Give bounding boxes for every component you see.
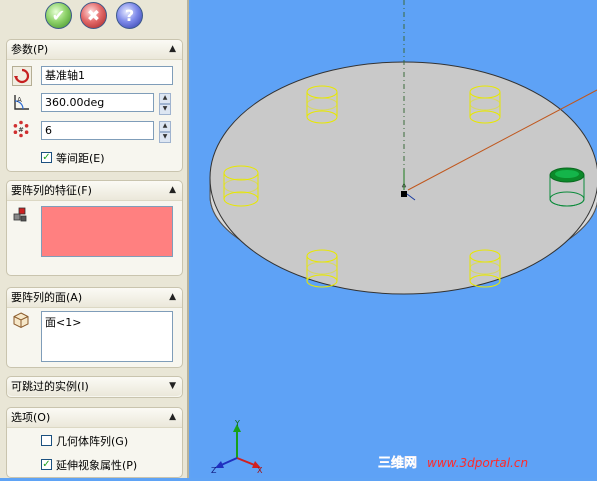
features-list[interactable] <box>41 206 173 257</box>
features-group: 要阵列的特征(F) ▲ <box>6 180 183 276</box>
features-title: 要阵列的特征(F) <box>11 184 92 197</box>
collapse-icon[interactable]: ▲ <box>169 408 176 427</box>
options-title: 选项(O) <box>11 411 51 424</box>
angle-field[interactable]: 360.00deg <box>41 93 154 112</box>
faces-list[interactable]: 面<1> <box>41 311 173 362</box>
instances-field[interactable]: 6 <box>41 121 154 140</box>
close-icon: ✖ <box>86 6 101 25</box>
geometry-pattern-checkbox[interactable] <box>41 435 52 446</box>
help-button[interactable]: ? <box>116 2 143 29</box>
checkmark-icon: ✓ <box>42 152 51 163</box>
parameters-header[interactable]: 参数(P) ▲ <box>7 40 182 60</box>
equal-spacing-checkbox[interactable]: ✓ <box>41 152 52 163</box>
view-triad-icon <box>215 424 261 468</box>
property-manager-panel: ✔ ✖ ? 参数(P) ▲ 基准轴1 A 360.00deg ▲ ▼ # 6 ▲ ▼… <box>0 0 189 478</box>
help-icon: ? <box>124 6 135 25</box>
angle-icon: A <box>11 92 31 112</box>
instances-icon: # <box>11 119 31 139</box>
origin-marker <box>401 191 407 197</box>
svg-text:#: # <box>18 126 24 134</box>
instances-spinner[interactable]: ▲ ▼ <box>159 121 171 143</box>
feature-select-icon <box>11 205 31 225</box>
watermark-url: www.3dportal.cn <box>427 456 528 470</box>
checkmark-icon: ✓ <box>42 459 51 470</box>
propagate-visual-checkbox[interactable]: ✓ <box>41 459 52 470</box>
triad-y-label: Y <box>234 419 240 428</box>
checkmark-icon: ✔ <box>51 6 66 25</box>
collapse-icon[interactable]: ▲ <box>169 288 176 307</box>
faces-title: 要阵列的面(A) <box>11 291 83 304</box>
skip-instances-header[interactable]: 可跳过的实例(I) ▼ <box>7 377 182 396</box>
triad-x-label: X <box>257 466 263 475</box>
collapse-icon[interactable]: ▲ <box>169 40 176 59</box>
graphics-viewport[interactable]: Y X Z 三维网 www.3dportal.cn <box>191 0 597 478</box>
parameters-group: 参数(P) ▲ 基准轴1 A 360.00deg ▲ ▼ # 6 ▲ ▼ ✓ 等间距… <box>6 39 183 172</box>
options-header[interactable]: 选项(O) ▲ <box>7 408 182 428</box>
skip-instances-title: 可跳过的实例(I) <box>11 380 89 393</box>
equal-spacing-label: 等间距(E) <box>56 152 105 165</box>
features-header[interactable]: 要阵列的特征(F) ▲ <box>7 181 182 201</box>
watermark-brand: 三维网 <box>378 455 417 471</box>
model-view: Y X Z 三维网 www.3dportal.cn <box>209 0 597 475</box>
expand-icon[interactable]: ▼ <box>169 377 176 396</box>
faces-header[interactable]: 要阵列的面(A) ▲ <box>7 288 182 308</box>
svg-text:A: A <box>17 96 22 104</box>
propagate-visual-label: 延伸视象属性(P) <box>56 459 138 472</box>
triad-z-label: Z <box>211 466 217 475</box>
face-select-icon <box>11 310 31 330</box>
skip-instances-group: 可跳过的实例(I) ▼ <box>6 376 183 398</box>
reverse-direction-icon[interactable] <box>12 66 32 86</box>
geometry-pattern-label: 几何体阵列(G) <box>56 435 129 448</box>
pattern-axis-field[interactable]: 基准轴1 <box>41 66 173 85</box>
cancel-button[interactable]: ✖ <box>80 2 107 29</box>
faces-group: 要阵列的面(A) ▲ 面<1> <box>6 287 183 368</box>
list-item[interactable]: 面<1> <box>45 314 169 330</box>
ok-button[interactable]: ✔ <box>45 2 72 29</box>
angle-spinner[interactable]: ▲ ▼ <box>159 93 171 115</box>
parameters-title: 参数(P) <box>11 43 49 56</box>
collapse-icon[interactable]: ▲ <box>169 181 176 200</box>
options-group: 选项(O) ▲ 几何体阵列(G) ✓ 延伸视象属性(P) <box>6 407 183 478</box>
